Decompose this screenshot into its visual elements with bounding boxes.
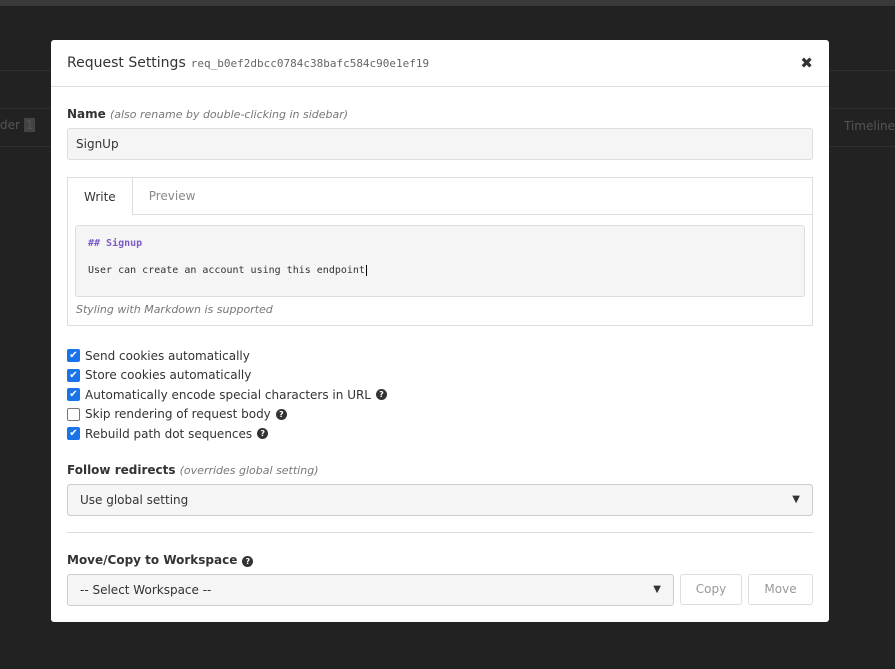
markdown-hint: Styling with Markdown is supported — [76, 303, 273, 316]
bg-tab-timeline: Timeline — [844, 119, 895, 133]
description-editor: Write Preview ## Signup User can create … — [67, 177, 813, 326]
move-copy-label: Move/Copy to Workspace? — [67, 553, 813, 568]
chevron-down-icon: ▼ — [792, 494, 800, 505]
option-label: Automatically encode special characters … — [85, 387, 371, 402]
tab-preview[interactable]: Preview — [133, 178, 212, 214]
option-checkbox[interactable]: ✔ Rebuild path dot sequences? — [67, 424, 813, 444]
workspace-select[interactable]: -- Select Workspace -- ▼ — [67, 573, 674, 606]
help-icon[interactable]: ? — [376, 389, 387, 401]
app-top-bar — [0, 0, 895, 6]
copy-button[interactable]: Copy — [680, 573, 742, 605]
option-label: Rebuild path dot sequences — [85, 426, 253, 441]
option-label: Skip rendering of request body — [85, 407, 271, 422]
checkbox[interactable]: ✔ — [67, 427, 80, 441]
follow-redirects-select[interactable]: Use global setting ▼ — [67, 483, 813, 516]
name-input[interactable]: SignUp — [67, 128, 813, 160]
modal-header: Request Settings req_b0ef2dbcc0784c38baf… — [51, 40, 829, 87]
option-label: Store cookies automatically — [85, 368, 252, 383]
checkbox[interactable] — [67, 407, 80, 421]
close-icon[interactable]: ✖ — [800, 54, 813, 72]
option-checkbox[interactable]: ✔ Send cookies automatically — [67, 346, 813, 366]
checkbox[interactable]: ✔ — [67, 349, 80, 363]
request-id: req_b0ef2dbcc0784c38bafc584c90e1ef19 — [190, 56, 430, 70]
name-label: Name (also rename by double-clicking in … — [67, 107, 349, 121]
checkbox[interactable]: ✔ — [67, 368, 80, 382]
redirects-label: Follow redirects (overrides global setti… — [67, 462, 319, 477]
chevron-down-icon: ▼ — [653, 584, 661, 595]
option-label: Send cookies automatically — [85, 348, 250, 363]
help-icon[interactable]: ? — [242, 555, 254, 567]
option-checkbox[interactable]: Skip rendering of request body? — [67, 405, 813, 425]
description-textarea[interactable]: ## Signup User can create an account usi… — [75, 225, 805, 297]
request-settings-modal: Request Settings req_b0ef2dbcc0784c38baf… — [51, 40, 829, 622]
modal-title: Request Settings — [67, 55, 186, 71]
help-icon[interactable]: ? — [275, 408, 287, 420]
move-button[interactable]: Move — [748, 573, 813, 605]
divider — [67, 531, 813, 533]
tab-write[interactable]: Write — [68, 178, 133, 215]
option-checkbox[interactable]: ✔ Automatically encode special characters… — [67, 385, 813, 405]
checkbox[interactable]: ✔ — [67, 388, 80, 402]
help-icon[interactable]: ? — [257, 428, 269, 440]
bg-tab-header: der 1 — [0, 118, 36, 132]
option-checkbox[interactable]: ✔ Store cookies automatically — [67, 366, 813, 386]
